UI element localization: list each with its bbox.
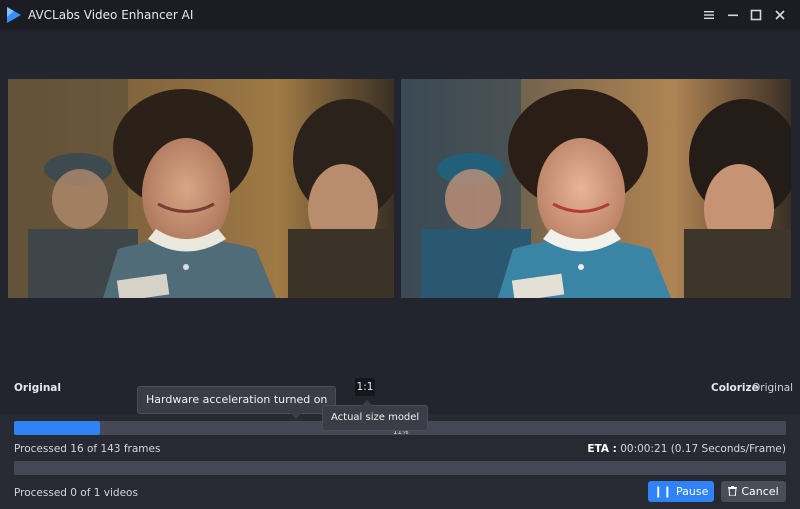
actual-size-tooltip: Actual size model [322,400,429,431]
close-icon[interactable] [771,6,789,24]
trash-icon [728,481,738,502]
videos-status: Processed 0 of 1 videos [14,487,138,499]
hardware-tooltip-text: Hardware acceleration turned on [146,393,328,406]
hamburger-icon[interactable] [700,6,718,24]
eta-status: ETA : 00:00:21 (0.17 Seconds/Frame) [587,443,786,455]
title-bar: AVCLabs Video Enhancer AI [0,0,800,30]
pause-button[interactable]: ❙❙ Pause [648,481,714,502]
colorized-preview [401,79,791,298]
app-title: AVCLabs Video Enhancer AI [28,8,194,22]
minimize-icon[interactable] [724,6,742,24]
cancel-button[interactable]: Cancel [721,481,786,502]
eta-label: ETA : [587,443,617,455]
tooltip-arrow [290,413,302,419]
hardware-acceleration-tooltip: Hardware acceleration turned on [137,386,337,419]
original-preview [8,79,394,298]
original-label: Original [14,382,61,394]
actual-size-tooltip-text: Actual size model [331,412,420,423]
frame-progress-fill [14,421,101,435]
tooltip-arrow [361,400,373,406]
frames-status: Processed 16 of 143 frames [14,443,161,455]
eta-value: 00:00:21 (0.17 Seconds/Frame) [620,443,786,455]
play-triangle-logo [7,7,21,23]
actual-size-button[interactable]: 1:1 [355,378,375,396]
original-toggle-label[interactable]: Original [752,382,793,394]
pause-label: Pause [676,485,709,498]
maximize-icon[interactable] [747,6,765,24]
video-progress-bar [14,461,786,475]
pause-icon: ❙❙ [653,485,673,498]
cancel-label: Cancel [741,485,779,498]
